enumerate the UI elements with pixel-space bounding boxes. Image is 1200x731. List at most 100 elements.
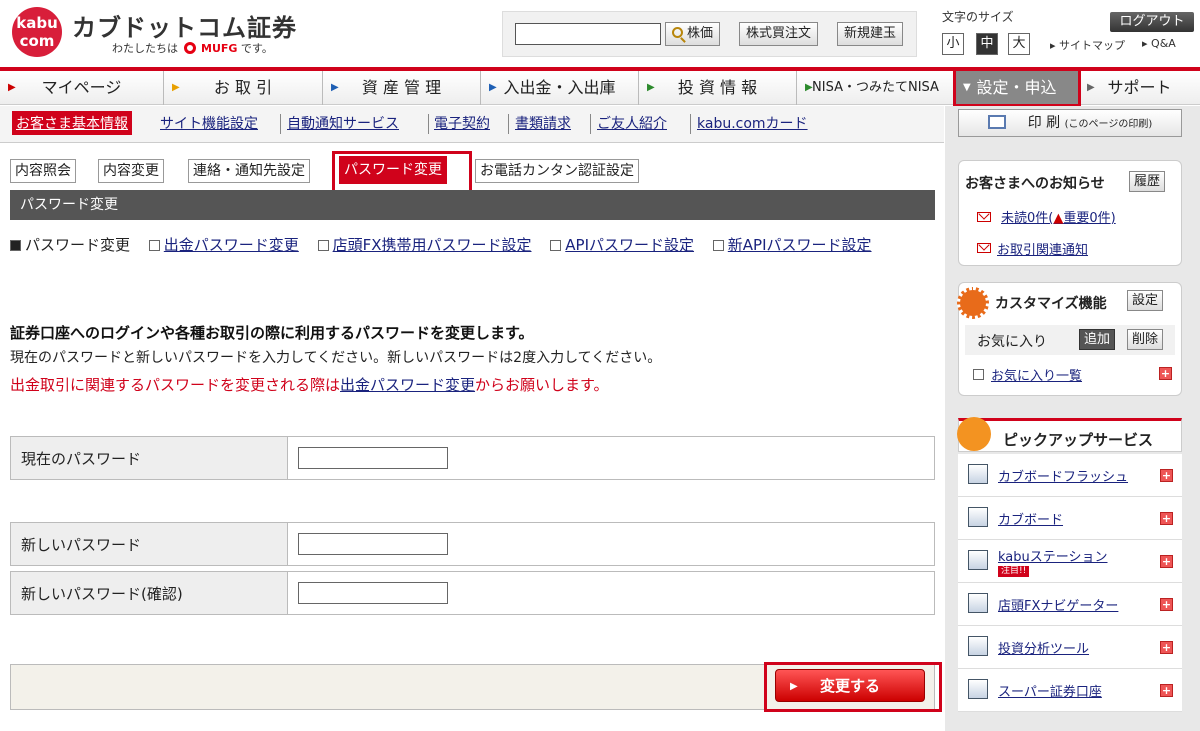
nav-investment-info[interactable]: ▶ 投 資 情 報 — [639, 71, 797, 105]
nav-nisa[interactable]: ▶ NISA・つみたてNISA — [797, 71, 955, 105]
history-button[interactable]: 履歴 — [1129, 171, 1166, 192]
subnav-site-settings[interactable]: サイト機能設定 — [160, 113, 258, 133]
header-search-box: 株価 株式買注文 新規建玉 — [502, 11, 917, 57]
featured-badge: 注目!! — [998, 566, 1030, 577]
search-icon — [672, 27, 683, 38]
plus-icon[interactable]: + — [1160, 641, 1173, 654]
gear-icon — [957, 287, 989, 319]
plus-icon[interactable]: + — [1160, 512, 1173, 525]
kabucom-logo[interactable]: kabu com — [12, 7, 62, 57]
analysis-tool-icon — [968, 636, 988, 656]
favorites-delete-button[interactable]: 削除 — [1127, 329, 1164, 350]
plus-icon[interactable]: + — [1160, 684, 1173, 697]
confirm-password-row: 新しいパスワード(確認) — [10, 571, 935, 615]
subnav-document-request[interactable]: 書類請求 — [515, 113, 571, 133]
new-position-button[interactable]: 新規建玉 — [837, 22, 904, 46]
qa-label: Q&A — [1151, 37, 1176, 50]
service-link[interactable]: カブボード — [998, 509, 1063, 528]
search-input[interactable] — [515, 23, 661, 45]
favorites-add-button[interactable]: 追加 — [1079, 329, 1116, 350]
confirm-password-input[interactable] — [298, 582, 448, 604]
service-row[interactable]: 店頭FXナビゲーター + — [958, 583, 1182, 626]
password-link-fx[interactable]: 店頭FX携帯用パスワード設定 — [317, 236, 532, 254]
link-arrow-icon — [550, 240, 562, 251]
nav-support[interactable]: ▶ サポート — [1079, 71, 1200, 105]
customize-title: カスタマイズ機能 — [995, 296, 1107, 312]
tab-view[interactable]: 内容照会 — [10, 159, 76, 183]
subnav-customer-info[interactable]: お客さま基本情報 — [12, 111, 132, 135]
service-row[interactable]: スーパー証券口座 + — [958, 669, 1182, 712]
warning-prefix: 出金取引に関連するパスワードを変更される際は — [10, 376, 341, 394]
password-link-new-api[interactable]: 新APIパスワード設定 — [712, 236, 872, 254]
withdrawal-password-link[interactable]: 出金パスワード変更 — [164, 236, 299, 254]
nav-label: NISA・つみたてNISA — [812, 80, 939, 95]
link-arrow-icon — [712, 240, 724, 251]
service-link[interactable]: 投資分析ツール — [998, 638, 1089, 657]
super-account-icon — [968, 679, 988, 699]
nav-settings[interactable]: ▼ 設定・申込 — [955, 71, 1079, 105]
subnav-card[interactable]: kabu.comカード — [697, 113, 808, 133]
nav-deposit[interactable]: ▶ 入出金・入出庫 — [481, 71, 639, 105]
nav-assets[interactable]: ▶ 資 産 管 理 — [323, 71, 481, 105]
password-link-api[interactable]: APIパスワード設定 — [550, 236, 694, 254]
subnav-referral[interactable]: ご友人紹介 — [597, 113, 667, 133]
service-link[interactable]: kabuステーション — [998, 546, 1108, 565]
qa-link[interactable]: ▸ Q&A — [1142, 37, 1176, 50]
customize-settings-button[interactable]: 設定 — [1127, 290, 1164, 311]
brand-name: カブドットコム証券 — [72, 14, 297, 42]
tab-phone-auth[interactable]: お電話カンタン認証設定 — [475, 159, 639, 183]
trade-notice-link[interactable]: お取引関連通知 — [997, 239, 1088, 258]
section-title: パスワード変更 — [10, 190, 935, 220]
plus-icon[interactable]: + — [1160, 555, 1173, 568]
subnav-divider — [690, 114, 691, 134]
plus-icon[interactable]: + — [1160, 469, 1173, 482]
service-link[interactable]: スーパー証券口座 — [998, 681, 1102, 700]
sitemap-link[interactable]: ▸ サイトマップ — [1050, 37, 1125, 53]
tab-contact[interactable]: 連絡・通知先設定 — [188, 159, 310, 183]
station-icon — [968, 550, 988, 570]
nav-arrow-icon: ▶ — [647, 82, 655, 93]
subnav-divider — [428, 114, 429, 134]
logout-button[interactable]: ログアウト — [1110, 12, 1194, 32]
service-row[interactable]: kabuステーション 注目!! + — [958, 540, 1182, 583]
subnav-auto-notify[interactable]: 自動通知サービス — [287, 113, 399, 133]
notice-title: お客さまへのお知らせ — [965, 176, 1105, 192]
print-button[interactable]: 印 刷 (このページの印刷) — [958, 109, 1182, 137]
board-flash-icon — [968, 464, 988, 484]
service-row[interactable]: カブボードフラッシュ + — [958, 454, 1182, 497]
buy-order-button[interactable]: 株式買注文 — [739, 22, 819, 46]
service-row[interactable]: カブボード + — [958, 497, 1182, 540]
font-size-large-button[interactable]: 大 — [1008, 33, 1030, 55]
fx-password-link[interactable]: 店頭FX携帯用パスワード設定 — [333, 236, 532, 254]
current-password-label: 現在のパスワード — [11, 437, 288, 479]
font-size-small-button[interactable]: 小 — [942, 33, 964, 55]
service-link[interactable]: 店頭FXナビゲーター — [998, 595, 1118, 614]
new-password-input[interactable] — [298, 533, 448, 555]
warning-suffix: からお願いします。 — [475, 376, 609, 394]
mufg-logo-icon — [183, 42, 196, 54]
nav-mypage[interactable]: ▶ マイページ — [0, 71, 164, 105]
font-size-medium-button[interactable]: 中 — [976, 33, 998, 55]
logo-line2: com — [19, 32, 55, 50]
api-password-link[interactable]: APIパスワード設定 — [565, 236, 694, 254]
service-row[interactable]: 投資分析ツール + — [958, 626, 1182, 669]
nav-label: 資 産 管 理 — [361, 78, 442, 97]
plus-icon[interactable]: + — [1159, 367, 1172, 380]
service-link[interactable]: カブボードフラッシュ — [998, 466, 1128, 485]
new-password-row: 新しいパスワード — [10, 522, 935, 566]
password-link-withdrawal[interactable]: 出金パスワード変更 — [148, 236, 299, 254]
unread-notices-link[interactable]: 未読0件(▲重要0件) — [1001, 207, 1116, 226]
new-api-password-link[interactable]: 新APIパスワード設定 — [728, 236, 872, 254]
tab-edit[interactable]: 内容変更 — [98, 159, 164, 183]
current-password-input[interactable] — [298, 447, 448, 469]
subnav-divider — [280, 114, 281, 134]
plus-icon[interactable]: + — [1160, 598, 1173, 611]
link-arrow-icon — [317, 240, 329, 251]
subnav-e-contract[interactable]: 電子契約 — [434, 113, 490, 133]
nav-trading[interactable]: ▶ お 取 引 — [164, 71, 323, 105]
new-password-label: 新しいパスワード — [11, 523, 288, 565]
withdrawal-password-inline-link[interactable]: 出金パスワード変更 — [340, 376, 475, 394]
favorites-list-link[interactable]: お気に入り一覧 — [991, 365, 1082, 384]
stock-price-button[interactable]: 株価 — [665, 22, 721, 46]
unread-label: 未読0件( — [1001, 211, 1054, 226]
